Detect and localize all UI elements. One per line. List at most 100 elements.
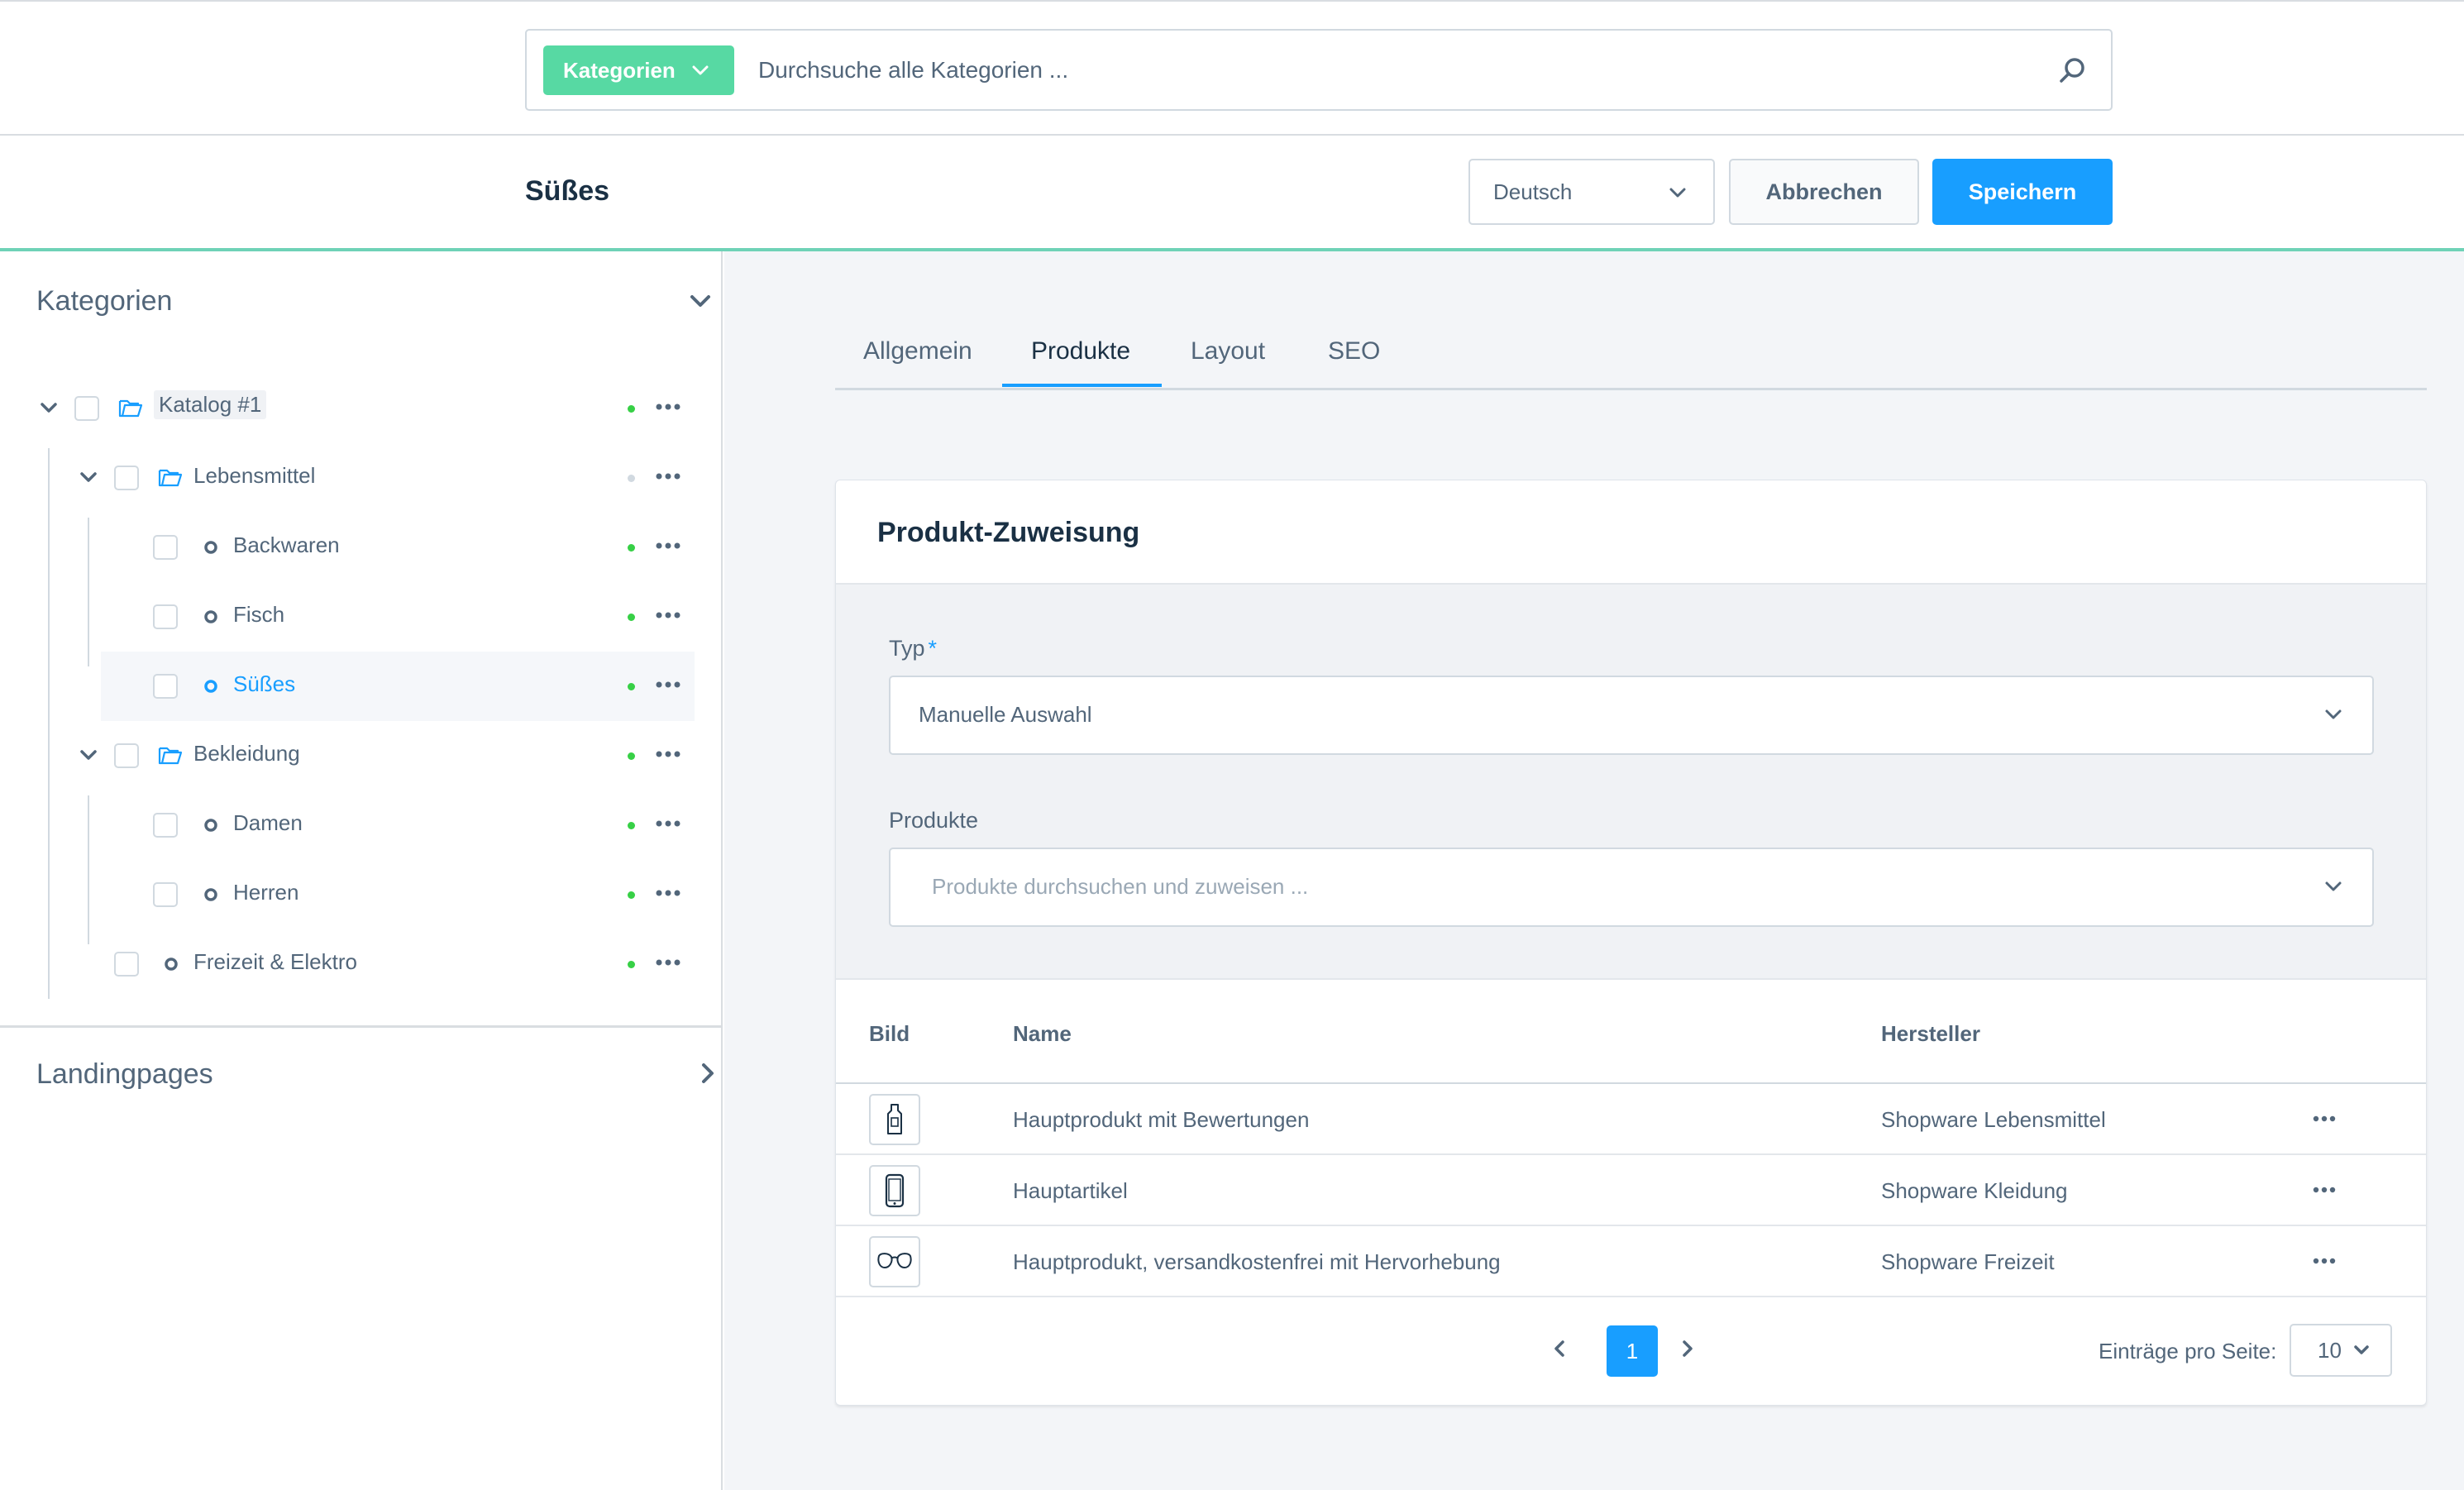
status-dot-active	[628, 405, 635, 413]
category-sidebar: Kategorien Katalog #1 Lebensmittel Backw…	[0, 251, 723, 1490]
tree-checkbox[interactable]	[153, 813, 178, 838]
more-options-icon[interactable]	[656, 751, 680, 757]
tab-bar: Allgemein Produkte Layout SEO	[835, 331, 2427, 390]
tree-checkbox[interactable]	[74, 396, 99, 421]
tree-item-label: Freizeit & Elektro	[193, 949, 357, 974]
chevron-down-icon	[692, 65, 709, 75]
tab-allgemein[interactable]: Allgemein	[863, 337, 972, 365]
status-dot-active	[628, 822, 635, 829]
tab-layout[interactable]: Layout	[1191, 337, 1265, 365]
categories-panel-title: Kategorien	[36, 284, 173, 317]
per-page-select[interactable]: 10	[2290, 1324, 2392, 1377]
tree-checkbox[interactable]	[114, 466, 139, 490]
tree-item-damen[interactable]: Damen	[0, 790, 695, 860]
global-search-bar: Kategorien	[0, 0, 2464, 136]
type-select[interactable]: Manuelle Auswahl	[889, 676, 2374, 755]
search-type-dropdown[interactable]: Kategorien	[543, 45, 734, 95]
more-options-icon[interactable]	[656, 681, 680, 688]
status-dot-active	[628, 614, 635, 621]
more-options-icon[interactable]	[656, 959, 680, 966]
table-row[interactable]: Hauptprodukt, versandkostenfrei mit Herv…	[836, 1226, 2426, 1297]
more-options-icon[interactable]	[656, 612, 680, 618]
tree-checkbox[interactable]	[114, 952, 139, 977]
chevron-down-icon	[1669, 187, 1687, 198]
landingpages-panel-header[interactable]: Landingpages	[36, 1049, 714, 1099]
active-tab-indicator	[1002, 384, 1162, 387]
tab-seo[interactable]: SEO	[1328, 337, 1380, 365]
column-header-name[interactable]: Name	[1013, 1021, 1072, 1047]
column-header-bild[interactable]: Bild	[869, 1021, 910, 1047]
chevron-down-icon[interactable]	[690, 294, 711, 308]
product-thumbnail[interactable]	[869, 1094, 920, 1145]
product-name[interactable]: Hauptprodukt mit Bewertungen	[1013, 1107, 1309, 1133]
tree-item-katalog[interactable]: Katalog #1	[0, 374, 695, 443]
tab-produkte[interactable]: Produkte	[1031, 337, 1130, 365]
chevron-down-icon[interactable]	[79, 749, 98, 761]
chevron-down-icon[interactable]	[79, 471, 98, 483]
chevron-down-icon[interactable]	[40, 402, 58, 413]
more-options-icon[interactable]	[2313, 1115, 2336, 1122]
chevron-left-icon[interactable]	[1543, 1332, 1576, 1365]
status-dot-active	[628, 891, 635, 899]
tree-item-bekleidung[interactable]: Bekleidung	[0, 721, 695, 790]
required-mark: *	[928, 636, 938, 661]
tree-checkbox[interactable]	[153, 674, 178, 699]
tree-item-fisch[interactable]: Fisch	[0, 582, 695, 652]
bottle-icon	[884, 1103, 905, 1136]
more-options-icon[interactable]	[656, 404, 680, 410]
tree-checkbox[interactable]	[114, 743, 139, 768]
page-button-current[interactable]: 1	[1607, 1325, 1658, 1377]
type-label-text: Typ	[889, 636, 925, 661]
products-select-placeholder: Produkte durchsuchen und zuweisen ...	[932, 874, 1309, 899]
chevron-right-icon[interactable]	[1671, 1332, 1704, 1365]
leaf-node-icon	[203, 818, 218, 833]
card-title: Produkt-Zuweisung	[877, 517, 1140, 548]
per-page-value: 10	[2318, 1337, 2342, 1363]
status-dot-active	[628, 961, 635, 968]
language-switch[interactable]: Deutsch	[1468, 159, 1715, 225]
table-row[interactable]: Hauptprodukt mit Bewertungen Shopware Le…	[836, 1084, 2426, 1155]
status-dot-active	[628, 683, 635, 690]
tree-checkbox[interactable]	[153, 604, 178, 629]
tree-item-label: Fisch	[233, 602, 285, 627]
tree-item-backwaren[interactable]: Backwaren	[0, 513, 695, 582]
table-row[interactable]: Hauptartikel Shopware Kleidung	[836, 1155, 2426, 1226]
assignment-form: Typ * Manuelle Auswahl Produkte Produkte …	[836, 583, 2426, 980]
more-options-icon[interactable]	[656, 542, 680, 549]
more-options-icon[interactable]	[2313, 1187, 2336, 1193]
product-thumbnail[interactable]	[869, 1165, 920, 1216]
page-title: Süßes	[525, 175, 610, 207]
search-icon[interactable]	[2058, 56, 2086, 84]
status-dot-active	[628, 544, 635, 552]
more-options-icon[interactable]	[656, 820, 680, 827]
language-value: Deutsch	[1493, 179, 1573, 204]
search-input[interactable]	[758, 47, 2015, 93]
more-options-icon[interactable]	[2313, 1258, 2336, 1264]
more-options-icon[interactable]	[656, 473, 680, 480]
tree-item-freizeit-elektro[interactable]: Freizeit & Elektro	[0, 929, 695, 999]
folder-icon	[118, 397, 143, 418]
pagination: 1 Einträge pro Seite: 10	[836, 1299, 2426, 1405]
tree-item-label: Damen	[233, 810, 303, 835]
product-name[interactable]: Hauptprodukt, versandkostenfrei mit Herv…	[1013, 1249, 1501, 1275]
categories-panel-header[interactable]: Kategorien	[36, 276, 710, 326]
folder-icon	[158, 744, 183, 766]
tree-item-suesses[interactable]: Süßes	[101, 652, 695, 721]
tree-checkbox[interactable]	[153, 882, 178, 907]
product-name[interactable]: Hauptartikel	[1013, 1178, 1128, 1204]
chevron-down-icon	[2324, 709, 2342, 720]
chevron-right-icon[interactable]	[701, 1063, 714, 1084]
product-thumbnail[interactable]	[869, 1236, 920, 1287]
save-button[interactable]: Speichern	[1932, 159, 2113, 225]
tree-item-label: Katalog #1	[154, 390, 267, 419]
tree-checkbox[interactable]	[153, 535, 178, 560]
type-field-label: Typ *	[889, 636, 937, 661]
products-search-select[interactable]: Produkte durchsuchen und zuweisen ...	[889, 848, 2374, 927]
column-header-hersteller[interactable]: Hersteller	[1881, 1021, 1980, 1047]
leaf-node-icon	[203, 679, 218, 694]
tree-item-herren[interactable]: Herren	[0, 860, 695, 929]
tree-item-lebensmittel[interactable]: Lebensmittel	[0, 443, 695, 513]
cancel-button[interactable]: Abbrechen	[1729, 159, 1919, 225]
more-options-icon[interactable]	[656, 890, 680, 896]
leaf-node-icon	[164, 957, 179, 972]
